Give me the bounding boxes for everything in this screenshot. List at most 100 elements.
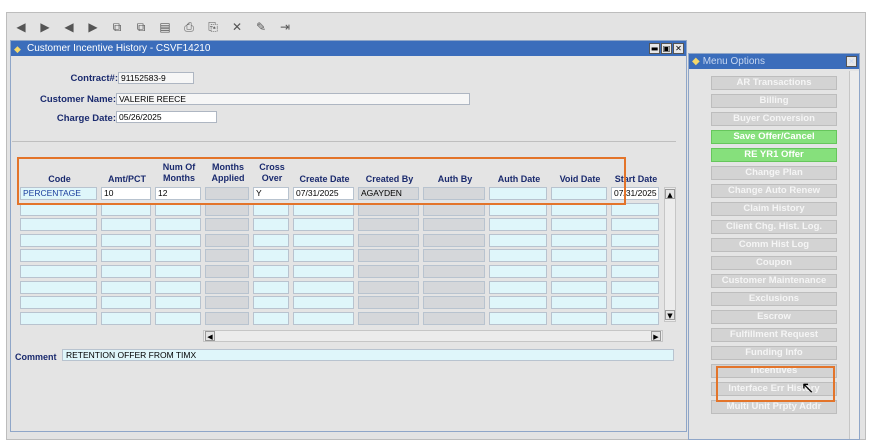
grid-empty-cell[interactable] — [551, 296, 607, 309]
grid-empty-cell[interactable] — [20, 312, 97, 325]
minimize-icon[interactable]: ▬ — [649, 43, 660, 54]
menu-item-funding-info[interactable]: Funding Info — [711, 346, 837, 360]
grid-vertical-scrollbar[interactable]: ▲ ▼ — [664, 187, 676, 322]
grid-empty-cell[interactable] — [253, 218, 289, 231]
grid-empty-cell[interactable] — [423, 296, 485, 309]
menu-item-escrow[interactable]: Escrow — [711, 310, 837, 324]
grid-empty-cell[interactable] — [551, 249, 607, 262]
grid-empty-cell[interactable] — [155, 265, 201, 278]
grid-empty-cell[interactable] — [20, 281, 97, 294]
grid-empty-cell[interactable] — [358, 234, 419, 247]
charge-date-field[interactable]: 05/26/2025 — [116, 111, 217, 123]
grid-empty-cell[interactable] — [205, 312, 249, 325]
grid-empty-cell[interactable] — [20, 234, 97, 247]
menu-item-change-plan[interactable]: Change Plan — [711, 166, 837, 180]
grid-empty-cell[interactable] — [611, 281, 659, 294]
menu-item-customer-maintenance[interactable]: Customer Maintenance — [711, 274, 837, 288]
grid-empty-cell[interactable] — [101, 265, 151, 278]
grid-empty-cell[interactable] — [155, 249, 201, 262]
delete-icon[interactable]: ✕ — [226, 17, 248, 37]
grid-empty-cell[interactable] — [253, 312, 289, 325]
exit-icon[interactable]: ⇥ — [274, 17, 296, 37]
edit-icon[interactable]: ✎ — [250, 17, 272, 37]
grid-empty-cell[interactable] — [489, 265, 547, 278]
grid-empty-cell[interactable] — [205, 218, 249, 231]
grid-empty-cell[interactable] — [489, 296, 547, 309]
grid-empty-cell[interactable] — [489, 234, 547, 247]
save-icon[interactable]: ⎘ — [202, 17, 224, 37]
grid-empty-cell[interactable] — [205, 249, 249, 262]
menu-title-bar[interactable]: ◆ Menu Options ✕ — [689, 54, 859, 69]
grid-empty-cell[interactable] — [423, 312, 485, 325]
grid-empty-cell[interactable] — [20, 296, 97, 309]
print-icon[interactable]: ⎙ — [178, 17, 200, 37]
grid-empty-cell[interactable] — [101, 218, 151, 231]
grid-empty-cell[interactable] — [551, 281, 607, 294]
previous-set-icon[interactable]: ◀ — [58, 17, 80, 37]
scroll-left-icon[interactable]: ◀ — [205, 331, 215, 341]
grid-empty-cell[interactable] — [253, 281, 289, 294]
grid-horizontal-scrollbar[interactable]: ◀ ▶ — [203, 330, 663, 342]
contract-field[interactable]: 91152583-9 — [118, 72, 194, 84]
grid-empty-cell[interactable] — [423, 281, 485, 294]
grid-empty-cell[interactable] — [101, 281, 151, 294]
customer-name-field[interactable]: VALERIE REECE — [116, 93, 470, 105]
insert-record-icon[interactable]: ⧉ — [106, 17, 128, 37]
grid-empty-cell[interactable] — [611, 312, 659, 325]
menu-item-re-yr1-offer[interactable]: RE YR1 Offer — [711, 148, 837, 162]
grid-empty-cell[interactable] — [489, 281, 547, 294]
menu-item-client-chg-hist-log[interactable]: Client Chg. Hist. Log. — [711, 220, 837, 234]
grid-empty-cell[interactable] — [293, 312, 354, 325]
grid-empty-cell[interactable] — [205, 296, 249, 309]
menu-item-claim-history[interactable]: Claim History — [711, 202, 837, 216]
grid-empty-cell[interactable] — [101, 249, 151, 262]
first-record-icon[interactable]: ◀ — [10, 17, 32, 37]
menu-item-comm-hist-log[interactable]: Comm Hist Log — [711, 238, 837, 252]
grid-empty-cell[interactable] — [489, 249, 547, 262]
grid-empty-cell[interactable] — [489, 312, 547, 325]
grid-empty-cell[interactable] — [423, 218, 485, 231]
grid-empty-cell[interactable] — [155, 296, 201, 309]
grid-empty-cell[interactable] — [358, 296, 419, 309]
grid-empty-cell[interactable] — [293, 265, 354, 278]
close-icon[interactable]: ✕ — [673, 43, 684, 54]
menu-item-fulfillment-request[interactable]: Fulfillment Request — [711, 328, 837, 342]
grid-empty-cell[interactable] — [551, 234, 607, 247]
grid-empty-cell[interactable] — [205, 265, 249, 278]
menu-item-multi-unit-prpty-addr[interactable]: Multi Unit Prpty Addr — [711, 400, 837, 414]
grid-empty-cell[interactable] — [293, 234, 354, 247]
grid-empty-cell[interactable] — [293, 249, 354, 262]
grid-empty-cell[interactable] — [611, 296, 659, 309]
grid-empty-cell[interactable] — [423, 249, 485, 262]
menu-item-save-offer-cancel[interactable]: Save Offer/Cancel — [711, 130, 837, 144]
window-title-bar[interactable]: ◆ Customer Incentive History - CSVF14210… — [11, 41, 686, 56]
grid-empty-cell[interactable] — [155, 281, 201, 294]
scroll-down-icon[interactable]: ▼ — [665, 310, 675, 320]
grid-empty-cell[interactable] — [358, 312, 419, 325]
menu-item-change-auto-renew[interactable]: Change Auto Renew — [711, 184, 837, 198]
grid-empty-cell[interactable] — [101, 296, 151, 309]
grid-empty-cell[interactable] — [205, 281, 249, 294]
menu-item-billing[interactable]: Billing — [711, 94, 837, 108]
grid-empty-cell[interactable] — [489, 218, 547, 231]
scroll-up-icon[interactable]: ▲ — [665, 189, 675, 199]
grid-empty-cell[interactable] — [551, 218, 607, 231]
grid-empty-cell[interactable] — [253, 234, 289, 247]
grid-empty-cell[interactable] — [611, 218, 659, 231]
menu-item-exclusions[interactable]: Exclusions — [711, 292, 837, 306]
grid-empty-cell[interactable] — [20, 218, 97, 231]
grid-empty-cell[interactable] — [423, 234, 485, 247]
menu-close-icon[interactable]: ✕ — [846, 56, 857, 67]
grid-empty-cell[interactable] — [155, 234, 201, 247]
next-set-icon[interactable]: ▶ — [82, 17, 104, 37]
grid-empty-cell[interactable] — [358, 265, 419, 278]
grid-empty-cell[interactable] — [253, 296, 289, 309]
grid-empty-cell[interactable] — [155, 312, 201, 325]
menu-item-coupon[interactable]: Coupon — [711, 256, 837, 270]
grid-empty-cell[interactable] — [611, 234, 659, 247]
list-icon[interactable]: ▤ — [154, 17, 176, 37]
menu-item-buyer-conversion[interactable]: Buyer Conversion — [711, 112, 837, 126]
menu-item-ar-transactions[interactable]: AR Transactions — [711, 76, 837, 90]
grid-empty-cell[interactable] — [101, 234, 151, 247]
duplicate-record-icon[interactable]: ⧉ — [130, 17, 152, 37]
